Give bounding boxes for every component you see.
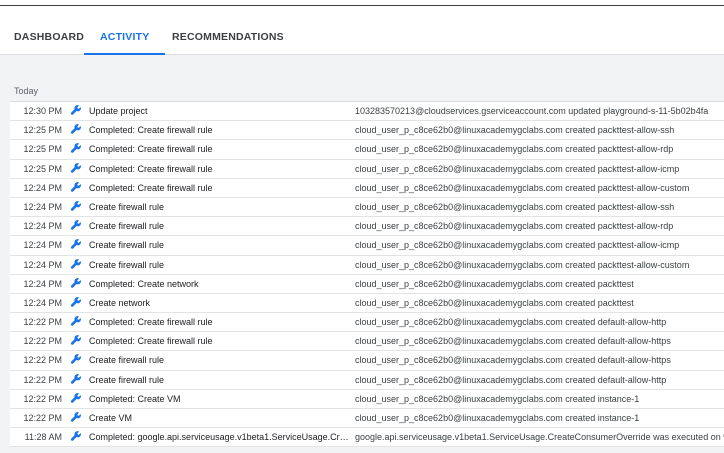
activity-row[interactable]: 12:24 PM Create network cloud_user_p_c8ce6…	[10, 294, 724, 314]
wrench-icon	[70, 354, 82, 366]
activity-description: cloud_user_p_c8ce62b0@linuxacademygclabs…	[355, 393, 640, 404]
wrench-icon	[70, 277, 82, 290]
tab-bar: DASHBOARD ACTIVITY RECOMMENDATIONS	[0, 18, 724, 55]
activity-time: 12:22 PM	[23, 355, 62, 366]
wrench-icon	[70, 296, 82, 309]
wrench-icon	[70, 316, 82, 328]
tab-activity[interactable]: ACTIVITY	[83, 18, 167, 55]
activity-time: 12:24 PM	[23, 240, 62, 251]
activity-list: 12:30 PM Update project 103283570213@cloud…	[10, 101, 724, 448]
activity-row[interactable]: 12:30 PM Update project 103283570213@cloud…	[10, 102, 724, 122]
activity-title[interactable]: Completed: Create firewall rule	[89, 332, 351, 350]
wrench-icon	[70, 412, 82, 424]
wrench-icon	[70, 181, 82, 194]
activity-row[interactable]: 12:22 PM Create VM cloud_user_p_c8ce62b0@l…	[10, 409, 724, 429]
activity-description: cloud_user_p_c8ce62b0@linuxacademygclabs…	[355, 182, 690, 193]
activity-title[interactable]: Completed: google.api.serviceusage.v1bet…	[89, 428, 351, 446]
activity-description: cloud_user_p_c8ce62b0@linuxacademygclabs…	[355, 355, 671, 366]
activity-title[interactable]: Update project	[89, 102, 351, 120]
activity-row[interactable]: 12:25 PM Completed: Create firewall rule c…	[10, 160, 724, 179]
activity-description: 103283570213@cloudservices.gserviceaccou…	[355, 106, 709, 116]
activity-description: cloud_user_p_c8ce62b0@linuxacademygclabs…	[355, 317, 667, 328]
wrench-icon	[70, 258, 82, 271]
activity-description: cloud_user_p_c8ce62b0@linuxacademygclabs…	[355, 221, 674, 232]
activity-title[interactable]: Create network	[89, 294, 351, 312]
wrench-icon	[70, 392, 82, 405]
tab-dashboard[interactable]: DASHBOARD	[14, 18, 84, 54]
activity-description: cloud_user_p_c8ce62b0@linuxacademygclabs…	[355, 336, 671, 347]
activity-description: cloud_user_p_c8ce62b0@linuxacademygclabs…	[355, 240, 680, 251]
wrench-icon	[70, 373, 82, 386]
activity-title[interactable]: Completed: Create firewall rule	[89, 140, 351, 158]
activity-title[interactable]: Create firewall rule	[89, 351, 351, 369]
wrench-icon	[70, 239, 82, 251]
top-divider	[0, 5, 724, 6]
wrench-icon	[70, 124, 82, 136]
activity-title[interactable]: Create VM	[89, 409, 351, 427]
activity-description: cloud_user_p_c8ce62b0@linuxacademygclabs…	[355, 259, 690, 270]
activity-time: 12:30 PM	[23, 106, 62, 116]
activity-title[interactable]: Completed: Create network	[89, 275, 351, 293]
wrench-icon	[70, 201, 82, 213]
activity-time: 12:24 PM	[23, 201, 62, 212]
wrench-icon	[70, 105, 82, 117]
activity-description: cloud_user_p_c8ce62b0@linuxacademygclabs…	[355, 297, 634, 308]
activity-row[interactable]: 12:24 PM Create firewall rule cloud_user_p…	[10, 217, 724, 237]
activity-time: 12:25 PM	[23, 163, 62, 174]
activity-description: cloud_user_p_c8ce62b0@linuxacademygclabs…	[355, 201, 675, 212]
activity-description: cloud_user_p_c8ce62b0@linuxacademygclabs…	[355, 278, 634, 289]
wrench-icon	[70, 143, 82, 155]
activity-title[interactable]: Completed: Create firewall rule	[89, 160, 351, 178]
wrench-icon	[70, 162, 82, 175]
activity-title[interactable]: Create firewall rule	[89, 256, 351, 274]
activity-title[interactable]: Create firewall rule	[89, 236, 351, 254]
activity-time: 12:25 PM	[23, 125, 62, 136]
activity-time: 12:24 PM	[23, 221, 62, 232]
activity-row[interactable]: 12:24 PM Create firewall rule cloud_user_p…	[10, 198, 724, 218]
activity-row[interactable]: 12:22 PM Completed: Create firewall rule c…	[10, 332, 724, 352]
activity-title[interactable]: Completed: Create firewall rule	[89, 121, 351, 139]
activity-row[interactable]: 12:22 PM Create firewall rule cloud_user_p…	[10, 371, 724, 390]
activity-title[interactable]: Completed: Create firewall rule	[89, 179, 351, 197]
activity-row[interactable]: 12:25 PM Completed: Create firewall rule c…	[10, 121, 724, 141]
activity-description: cloud_user_p_c8ce62b0@linuxacademygclabs…	[355, 144, 674, 155]
activity-row[interactable]: 12:25 PM Completed: Create firewall rule c…	[10, 140, 724, 160]
activity-row[interactable]: 12:24 PM Create firewall rule cloud_user_p…	[10, 236, 724, 256]
activity-time: 12:22 PM	[23, 317, 62, 328]
activity-title[interactable]: Create firewall rule	[89, 217, 351, 235]
activity-time: 11:28 AM	[24, 432, 62, 443]
activity-row[interactable]: 12:24 PM Create firewall rule cloud_user_p…	[10, 256, 724, 275]
activity-time: 12:24 PM	[23, 297, 62, 308]
activity-row[interactable]: 12:22 PM Create firewall rule cloud_user_p…	[10, 351, 724, 371]
activity-title[interactable]: Create firewall rule	[89, 371, 351, 389]
wrench-icon	[70, 431, 82, 443]
activity-time: 12:22 PM	[23, 374, 62, 385]
activity-title[interactable]: Completed: Create VM	[89, 390, 351, 408]
activity-title[interactable]: Create firewall rule	[89, 198, 351, 216]
activity-time: 12:24 PM	[23, 182, 62, 193]
date-group-label: Today	[14, 86, 39, 96]
activity-time: 12:22 PM	[23, 393, 62, 404]
activity-time: 12:22 PM	[23, 413, 62, 423]
activity-description: cloud_user_p_c8ce62b0@linuxacademygclabs…	[355, 374, 667, 385]
activity-row[interactable]: 12:24 PM Completed: Create firewall rule c…	[10, 179, 724, 198]
wrench-icon	[70, 220, 82, 232]
wrench-icon	[70, 335, 82, 347]
activity-time: 12:25 PM	[23, 144, 62, 155]
activity-description: cloud_user_p_c8ce62b0@linuxacademygclabs…	[355, 413, 640, 423]
activity-time: 12:22 PM	[23, 336, 62, 347]
activity-row[interactable]: 12:24 PM Completed: Create network cloud_u…	[10, 275, 724, 294]
tab-recommendations[interactable]: RECOMMENDATIONS	[172, 18, 284, 54]
activity-time: 12:24 PM	[23, 259, 62, 270]
activity-row[interactable]: 12:22 PM Completed: Create firewall rule c…	[10, 313, 724, 333]
activity-description: google.api.serviceusage.v1beta1.ServiceU…	[355, 432, 724, 443]
activity-title[interactable]: Completed: Create firewall rule	[89, 313, 351, 331]
activity-description: cloud_user_p_c8ce62b0@linuxacademygclabs…	[355, 125, 675, 136]
activity-row[interactable]: 11:28 AM Completed: google.api.serviceusa…	[10, 428, 724, 448]
activity-row[interactable]: 12:22 PM Completed: Create VM cloud_user_p…	[10, 390, 724, 409]
activity-time: 12:24 PM	[23, 278, 62, 289]
activity-description: cloud_user_p_c8ce62b0@linuxacademygclabs…	[355, 163, 680, 174]
